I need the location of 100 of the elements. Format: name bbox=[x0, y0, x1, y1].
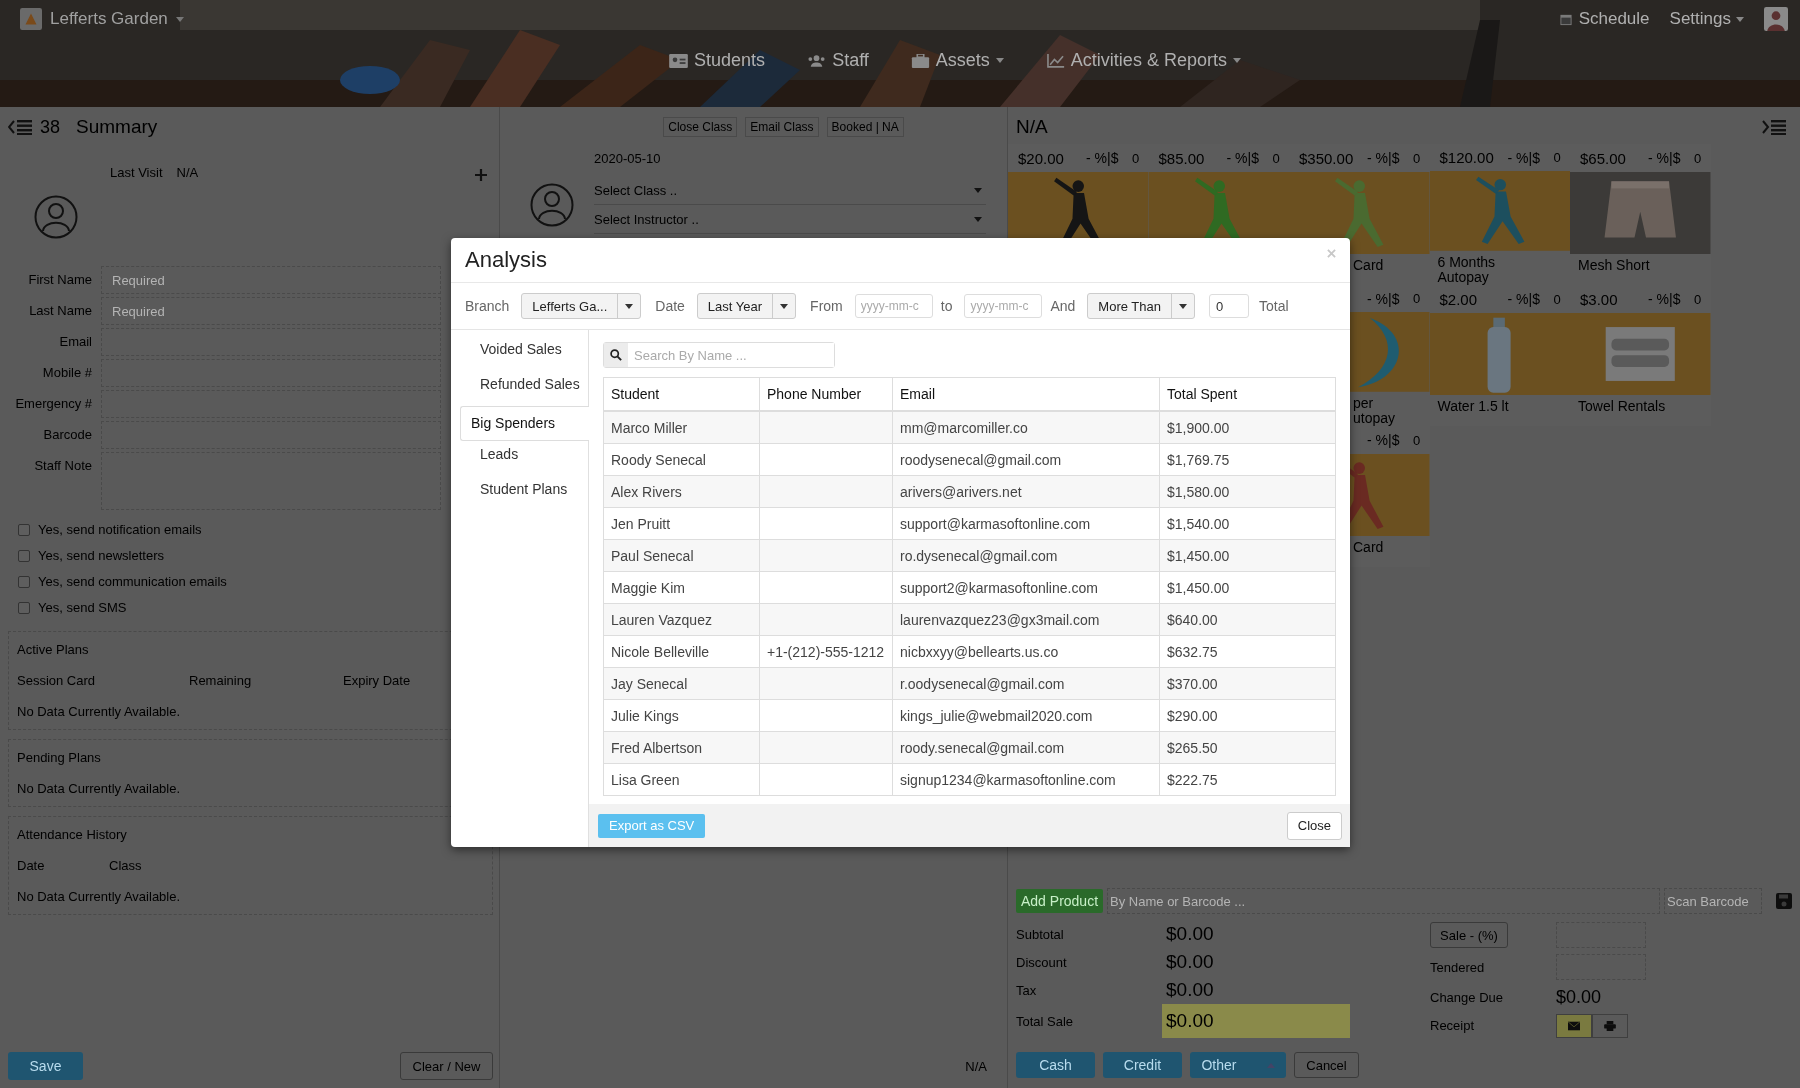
filter-label: From bbox=[810, 298, 843, 314]
checkbox[interactable] bbox=[18, 549, 30, 562]
header-link[interactable]: Schedule bbox=[1557, 9, 1650, 29]
report-tab[interactable]: Big Spenders bbox=[460, 406, 589, 441]
header-link[interactable]: Settings bbox=[1669, 9, 1744, 29]
email-receipt-button[interactable] bbox=[1556, 1013, 1592, 1038]
table-cell: $632.75 bbox=[1167, 643, 1218, 660]
search-icon bbox=[610, 349, 622, 361]
caret-icon bbox=[780, 303, 789, 309]
empty-message: No Data Currently Available. bbox=[17, 704, 182, 719]
report-tab[interactable]: Student Plans bbox=[460, 476, 588, 511]
table-cell: nicbxxyy@bellearts.us.co bbox=[900, 643, 1059, 660]
discount-toggle[interactable]: - %|$ bbox=[1367, 150, 1413, 166]
total-label: Subtotal bbox=[1016, 926, 1065, 942]
checkbox[interactable] bbox=[18, 601, 30, 614]
report-tab[interactable]: Voided Sales bbox=[460, 336, 588, 371]
select-field[interactable]: Select Class .. bbox=[594, 176, 986, 205]
add-icon[interactable] bbox=[475, 169, 487, 181]
envelope-icon bbox=[1568, 1020, 1580, 1031]
text-field[interactable]: Required bbox=[101, 297, 441, 325]
discount-toggle[interactable]: - %|$ bbox=[1367, 432, 1413, 448]
discount-toggle[interactable]: - %|$ bbox=[1648, 150, 1694, 166]
table-cell: $290.00 bbox=[1167, 707, 1218, 724]
dropdown-select[interactable]: Lefferts Ga... bbox=[521, 293, 642, 319]
discount-toggle[interactable]: - %|$ bbox=[1507, 291, 1554, 307]
nav-link[interactable]: Staff bbox=[807, 50, 869, 71]
nav-link[interactable]: Assets bbox=[910, 50, 1004, 71]
discount-toggle[interactable]: - %|$ bbox=[1507, 149, 1554, 166]
table-cell: roodysenecal@gmail.com bbox=[900, 451, 1062, 468]
dropdown-select[interactable]: More Than bbox=[1087, 293, 1195, 319]
section-title: Active Plans bbox=[17, 642, 90, 657]
nav-link[interactable]: Activities & Reports bbox=[1045, 50, 1241, 71]
total-value: $0.00 bbox=[1162, 1004, 1350, 1038]
avatar-icon bbox=[530, 183, 574, 227]
amount-field[interactable]: 0 bbox=[1209, 294, 1249, 318]
table-cell: ro.dysenecal@gmail.com bbox=[900, 547, 1058, 564]
branch-menu[interactable]: Lefferts Garden bbox=[50, 9, 168, 29]
printer-icon bbox=[1604, 1020, 1616, 1031]
payment-button[interactable]: Cash bbox=[1016, 1052, 1095, 1078]
product-quantity: 0 bbox=[1694, 291, 1703, 307]
table-cell: Julie Kings bbox=[611, 707, 679, 724]
discount-toggle[interactable]: - %|$ bbox=[1648, 291, 1694, 307]
collapse-menu-icon[interactable] bbox=[8, 119, 32, 135]
caret-icon bbox=[625, 303, 634, 309]
product-search-field[interactable]: By Name or Barcode ... bbox=[1107, 888, 1660, 914]
date-field[interactable]: yyyy-mm-c bbox=[854, 294, 933, 318]
date-field[interactable]: yyyy-mm-c bbox=[964, 294, 1043, 318]
user-avatar-icon[interactable] bbox=[1764, 7, 1788, 31]
report-tab[interactable]: Refunded Sales bbox=[460, 371, 588, 406]
class-action-button[interactable]: Email Class bbox=[745, 117, 819, 137]
search-field[interactable]: Search By Name ... bbox=[603, 342, 835, 368]
print-receipt-button[interactable] bbox=[1592, 1013, 1628, 1038]
table-cell: support@karmasoftonline.com bbox=[900, 515, 1091, 532]
product-price: $2.00 bbox=[1439, 290, 1478, 308]
clear-button[interactable]: Clear / New bbox=[400, 1052, 493, 1080]
table-cell: Maggie Kim bbox=[611, 579, 685, 596]
checkbox[interactable] bbox=[18, 523, 30, 536]
product-name: 6 Months bbox=[1437, 255, 1497, 270]
checkbox-label: Yes, send newsletters bbox=[38, 548, 164, 563]
select-field[interactable]: Select Instructor .. bbox=[594, 205, 986, 234]
caret-icon bbox=[175, 16, 184, 22]
nav-link[interactable]: Students bbox=[669, 50, 766, 71]
payment-button[interactable]: Credit bbox=[1103, 1052, 1182, 1078]
sale-discount-button[interactable]: Sale - (%) bbox=[1430, 922, 1508, 949]
product-name: Water 1.5 lt bbox=[1437, 399, 1510, 414]
table-cell: $222.75 bbox=[1167, 771, 1218, 788]
field-label: Email bbox=[58, 333, 92, 351]
filter-label: Branch bbox=[465, 298, 510, 314]
checkbox[interactable] bbox=[18, 575, 30, 588]
table-cell: $1,450.00 bbox=[1167, 579, 1230, 596]
calendar-icon bbox=[1557, 12, 1574, 26]
discount-toggle[interactable]: - %|$ bbox=[1086, 150, 1132, 166]
discount-toggle[interactable]: - %|$ bbox=[1367, 290, 1413, 307]
product-quantity: 0 bbox=[1694, 150, 1703, 166]
report-tab[interactable]: Leads bbox=[460, 441, 588, 476]
close-icon[interactable] bbox=[1327, 248, 1336, 258]
checkbox-label: Yes, send communication emails bbox=[38, 574, 227, 589]
close-button[interactable]: Close bbox=[1286, 811, 1342, 840]
dropdown-select[interactable]: Last Year bbox=[696, 293, 797, 319]
table-cell: laurenvazquez23@gx3mail.com bbox=[900, 611, 1100, 628]
scan-barcode-field[interactable]: Scan Barcode bbox=[1664, 888, 1762, 914]
product-name: Card bbox=[1353, 540, 1385, 555]
field-label: Staff Note bbox=[33, 457, 92, 475]
payment-button[interactable]: Other bbox=[1190, 1052, 1286, 1078]
table-cell: $640.00 bbox=[1167, 611, 1218, 628]
cancel-button[interactable]: Cancel bbox=[1294, 1052, 1359, 1078]
class-action-button[interactable]: Close Class bbox=[663, 117, 738, 137]
expand-menu-icon[interactable] bbox=[1762, 119, 1786, 135]
users-icon bbox=[807, 53, 827, 68]
discount-toggle[interactable]: - %|$ bbox=[1226, 150, 1273, 166]
save-button[interactable]: Save bbox=[8, 1052, 83, 1080]
filter-label: Total bbox=[1259, 298, 1289, 314]
class-action-button[interactable]: Booked | NA bbox=[826, 117, 904, 137]
add-product-button[interactable]: Add Product bbox=[1016, 889, 1104, 913]
logo-icon[interactable] bbox=[20, 8, 42, 30]
chart-icon bbox=[1045, 53, 1065, 68]
table-cell: +1-(212)-555-1212 bbox=[767, 643, 885, 660]
product-price: $20.00 bbox=[1018, 149, 1064, 167]
text-field[interactable]: Required bbox=[101, 266, 441, 294]
field-label: Last Name bbox=[28, 302, 92, 320]
